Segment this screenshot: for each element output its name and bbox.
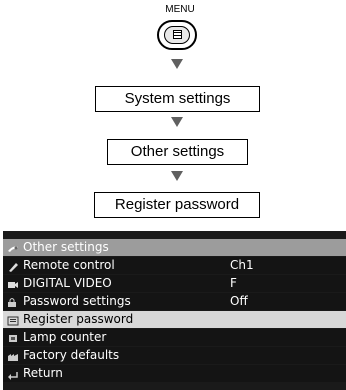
menu-item-lamp-counter[interactable]: Lamp counter	[3, 329, 346, 346]
password-settings-icon	[7, 296, 19, 307]
return-icon	[7, 368, 19, 380]
step-register-password: Register password	[94, 192, 260, 218]
flow-arrow-2	[171, 117, 183, 127]
menu-item-label: Register password	[23, 312, 134, 326]
menu-label: MENU	[165, 4, 195, 15]
osd-title: Other settings	[23, 240, 109, 254]
menu-item-value: F	[230, 276, 237, 290]
menu-item-label: Remote control	[23, 258, 115, 272]
flow-arrow-1	[171, 59, 183, 69]
lamp-counter-icon	[7, 332, 19, 343]
menu-item-return[interactable]: Return	[3, 365, 346, 382]
menu-item-label: DIGITAL VIDEO	[23, 276, 112, 290]
menu-item-label: Lamp counter	[23, 330, 107, 344]
flow-arrow-3	[171, 171, 183, 181]
remote-control-icon	[7, 260, 19, 272]
register-password-icon	[7, 314, 19, 326]
step-system-settings: System settings	[95, 86, 260, 112]
digital-video-icon	[7, 278, 19, 289]
menu-button[interactable]	[157, 20, 197, 50]
menu-item-value: Off	[230, 294, 248, 308]
menu-item-register-password[interactable]: Register password	[3, 311, 346, 328]
menu-item-factory-defaults[interactable]: Factory defaults	[3, 347, 346, 364]
osd-menu-panel: Other settings Remote control Ch1 DIGITA…	[3, 231, 346, 390]
osd-title-bar: Other settings	[3, 239, 346, 256]
settings-icon	[7, 242, 19, 253]
menu-item-label: Factory defaults	[23, 348, 120, 362]
menu-icon	[173, 30, 182, 39]
menu-item-label: Return	[23, 366, 63, 380]
factory-defaults-icon	[7, 350, 19, 361]
menu-item-password-settings[interactable]: Password settings Off	[3, 293, 346, 310]
menu-item-remote-control[interactable]: Remote control Ch1	[3, 257, 346, 274]
step-other-settings: Other settings	[107, 139, 248, 165]
menu-item-value: Ch1	[230, 258, 254, 272]
menu-item-label: Password settings	[23, 294, 131, 308]
menu-item-digital-video[interactable]: DIGITAL VIDEO F	[3, 275, 346, 292]
